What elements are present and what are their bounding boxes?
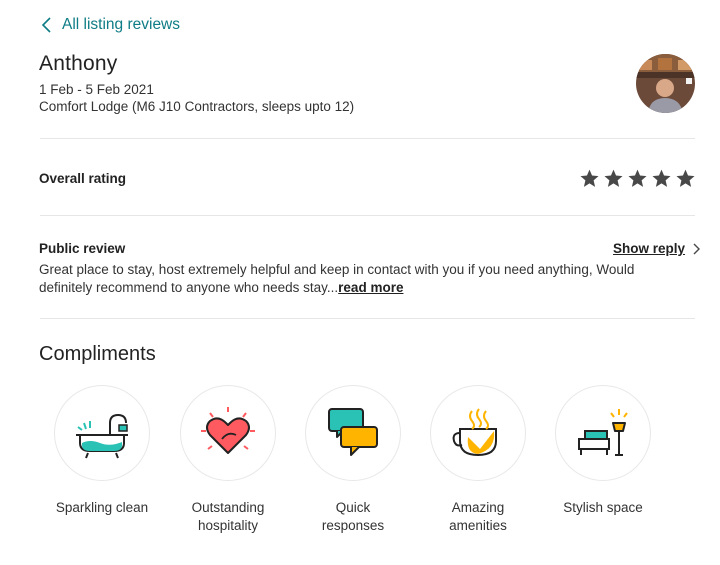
back-link-label: All listing reviews: [62, 16, 181, 33]
show-reply-label: Show reply: [613, 241, 686, 256]
listing-name: Comfort Lodge (M6 J10 Contractors, sleep…: [39, 99, 355, 114]
star-icon: [580, 169, 599, 187]
compliment-badge: [54, 385, 150, 481]
overall-rating-label: Overall rating: [39, 171, 127, 186]
compliment-outstanding-hospitality: Outstanding hospitality: [163, 385, 293, 535]
read-more-link[interactable]: read more: [338, 280, 403, 295]
star-icon: [676, 169, 695, 187]
public-review-label: Public review: [39, 241, 126, 256]
armchair-lamp-icon: [578, 409, 628, 456]
compliment-sparkling-clean: Sparkling clean: [37, 385, 167, 517]
coffee-cup-icon: [452, 408, 497, 457]
compliment-badge: [180, 385, 276, 481]
chat-bubbles-icon: [328, 408, 378, 456]
review-body: Great place to stay, host extremely help…: [39, 262, 635, 295]
compliment-label: Sparkling clean: [55, 500, 149, 515]
divider: [40, 215, 695, 216]
show-reply-link[interactable]: Show reply: [613, 241, 701, 256]
compliment-stylish-space: Stylish space: [538, 385, 668, 517]
divider: [40, 318, 695, 319]
back-to-reviews-link[interactable]: All listing reviews: [40, 16, 180, 34]
compliment-label: Outstanding hospitality: [191, 500, 265, 533]
review-text: Great place to stay, host extremely help…: [39, 261, 679, 297]
compliment-badge: [555, 385, 651, 481]
bathtub-icon: [76, 413, 128, 459]
reviewer-name: Anthony: [39, 52, 118, 75]
reviewer-photo: [636, 54, 695, 113]
compliment-amazing-amenities: Amazing amenities: [413, 385, 543, 535]
compliments-title: Compliments: [39, 343, 156, 365]
star-icon: [628, 169, 647, 187]
stay-dates: 1 Feb - 5 Feb 2021: [39, 82, 154, 97]
avatar[interactable]: [636, 54, 695, 113]
chevron-left-icon: [41, 17, 51, 33]
star-icon: [604, 169, 623, 187]
compliment-label: Stylish space: [563, 500, 643, 515]
compliment-quick-responses: Quick responses: [288, 385, 418, 535]
star-rating: [579, 168, 696, 189]
divider: [40, 138, 695, 139]
compliment-label: Amazing amenities: [449, 500, 507, 533]
compliment-badge: [305, 385, 401, 481]
compliment-badge: [430, 385, 526, 481]
chevron-right-icon: [693, 243, 701, 254]
heart-icon: [201, 407, 255, 454]
star-icon: [652, 169, 671, 187]
compliment-label: Quick responses: [321, 500, 385, 533]
